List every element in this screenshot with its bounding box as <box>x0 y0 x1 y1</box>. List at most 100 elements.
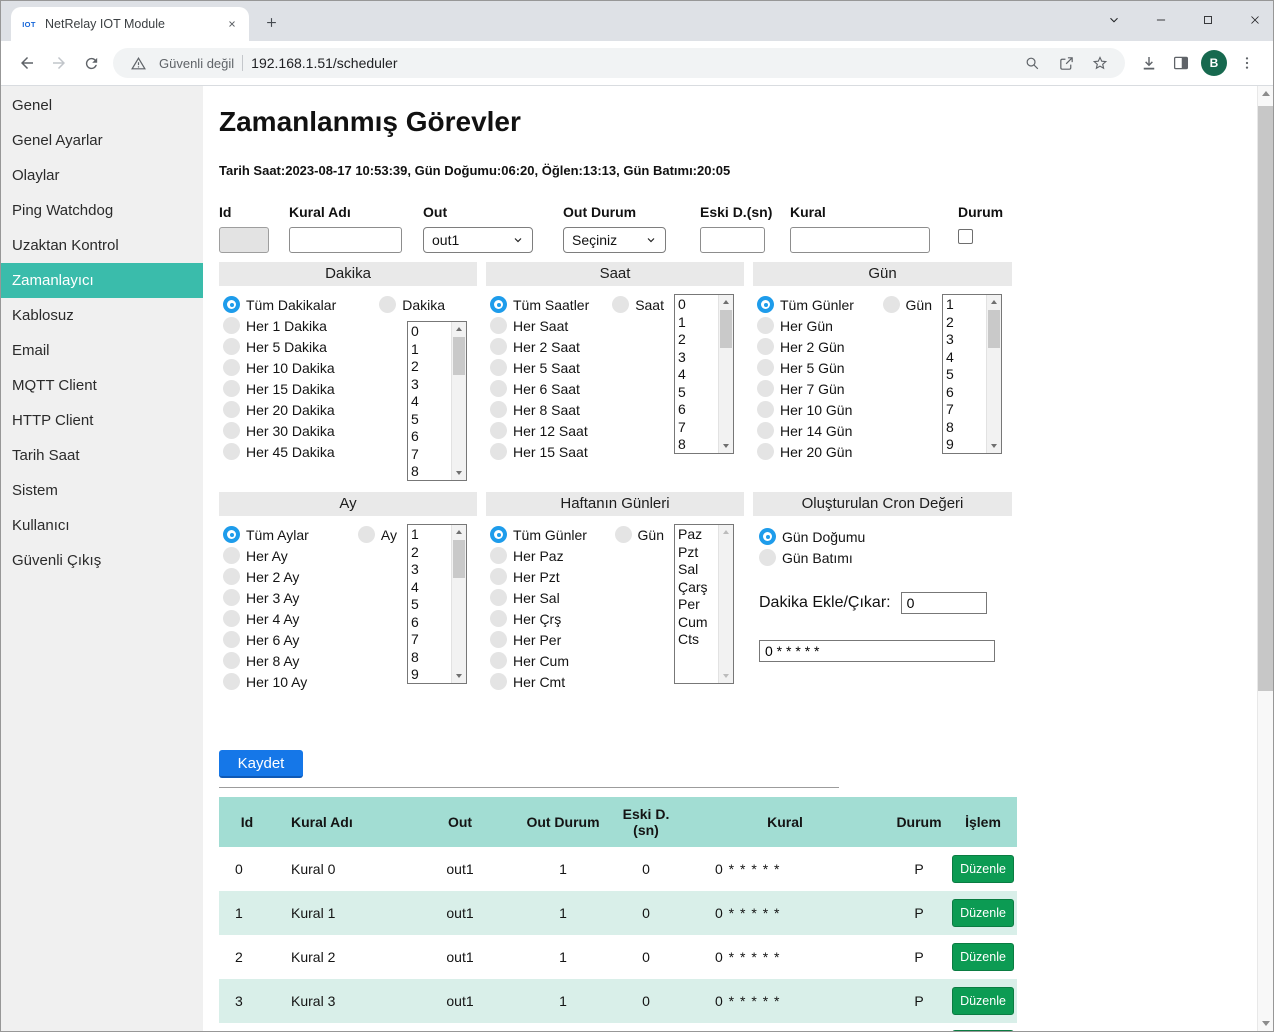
hour-option[interactable]: Her 12 Saat <box>490 420 612 441</box>
listbox-option[interactable]: 1 <box>946 296 986 314</box>
edit-button[interactable]: Düzenle <box>952 943 1014 971</box>
sidebar-item[interactable]: Kablosuz <box>1 298 203 333</box>
minute-offset-field[interactable] <box>901 592 987 614</box>
listbox-option[interactable]: 4 <box>946 349 986 367</box>
security-label[interactable]: Güvenli değil <box>159 56 234 71</box>
listbox-option[interactable]: 7 <box>946 401 986 419</box>
weekday-option[interactable]: Her Çrş <box>490 608 615 629</box>
listbox-scrollbar[interactable] <box>451 322 466 480</box>
tab-close-icon[interactable] <box>223 15 241 33</box>
listbox-scrollbar[interactable] <box>451 525 466 683</box>
day-option[interactable]: Her 14 Gün <box>757 420 883 441</box>
scroll-up-icon[interactable] <box>452 525 466 539</box>
listbox-option[interactable]: 2 <box>946 314 986 332</box>
minute-listbox[interactable]: 0123456789 <box>407 321 467 481</box>
sidebar-item[interactable]: Sistem <box>1 473 203 508</box>
month-list-option[interactable]: Ay <box>358 524 397 545</box>
listbox-option[interactable]: 5 <box>678 384 718 402</box>
listbox-option[interactable]: Per <box>678 596 718 614</box>
scroll-down-icon[interactable] <box>719 439 733 453</box>
listbox-option[interactable]: 2 <box>678 331 718 349</box>
month-option[interactable]: Her 2 Ay <box>223 566 358 587</box>
new-tab-button[interactable] <box>259 10 283 34</box>
day-option[interactable]: Tüm Günler <box>757 294 883 315</box>
sidebar-item[interactable]: Uzaktan Kontrol <box>1 228 203 263</box>
scroll-up-icon[interactable] <box>987 295 1001 309</box>
listbox-option[interactable]: 8 <box>411 463 451 480</box>
weekday-list-option[interactable]: Gün <box>615 524 664 545</box>
search-icon[interactable] <box>1019 50 1045 76</box>
sidebar-item[interactable]: Olaylar <box>1 158 203 193</box>
weekday-option[interactable]: Her Sal <box>490 587 615 608</box>
day-list-option[interactable]: Gün <box>883 294 932 315</box>
rule-name-field[interactable] <box>289 227 402 253</box>
back-icon[interactable] <box>11 47 43 79</box>
listbox-option[interactable]: 3 <box>411 561 451 579</box>
day-option[interactable]: Her 20 Gün <box>757 441 883 462</box>
edit-button[interactable]: Düzenle <box>952 987 1014 1015</box>
browser-tab[interactable]: IOT NetRelay IOT Module <box>11 7 249 41</box>
minute-option[interactable]: Her 1 Dakika <box>223 315 379 336</box>
sidebar-item[interactable]: Genel Ayarlar <box>1 123 203 158</box>
listbox-option[interactable]: 6 <box>678 401 718 419</box>
listbox-option[interactable]: 9 <box>411 666 451 683</box>
minute-option[interactable]: Tüm Dakikalar <box>223 294 379 315</box>
listbox-option[interactable]: Pzt <box>678 544 718 562</box>
scroll-up-icon[interactable] <box>719 525 733 539</box>
download-icon[interactable] <box>1133 47 1165 79</box>
listbox-scrollbar[interactable] <box>718 295 733 453</box>
day-option[interactable]: Her 7 Gün <box>757 378 883 399</box>
month-option[interactable]: Her 3 Ay <box>223 587 358 608</box>
hour-list-option[interactable]: Saat <box>612 294 664 315</box>
cron-value-field[interactable] <box>759 640 995 662</box>
url-text[interactable]: 192.168.1.51/scheduler <box>251 55 1011 71</box>
sidebar-item[interactable]: HTTP Client <box>1 403 203 438</box>
scroll-down-icon[interactable] <box>1258 1016 1273 1031</box>
listbox-option[interactable]: 7 <box>411 631 451 649</box>
hour-listbox[interactable]: 0123456789 <box>674 294 734 454</box>
sidebar-item[interactable]: Zamanlayıcı <box>1 263 203 298</box>
month-option[interactable]: Her Ay <box>223 545 358 566</box>
listbox-option[interactable]: Cum <box>678 614 718 632</box>
day-option[interactable]: Her 2 Gün <box>757 336 883 357</box>
scrollbar-thumb[interactable] <box>453 337 465 375</box>
old-delay-field[interactable] <box>700 227 765 253</box>
listbox-option[interactable]: 5 <box>411 411 451 429</box>
cron-option[interactable]: Gün Doğumu <box>759 526 1002 547</box>
minute-option[interactable]: Her 5 Dakika <box>223 336 379 357</box>
listbox-scrollbar[interactable] <box>718 525 733 683</box>
listbox-option[interactable]: 8 <box>678 436 718 453</box>
listbox-option[interactable]: 4 <box>411 393 451 411</box>
listbox-option[interactable]: 5 <box>946 366 986 384</box>
side-panel-icon[interactable] <box>1165 47 1197 79</box>
listbox-option[interactable]: 0 <box>678 296 718 314</box>
listbox-option[interactable]: 6 <box>411 614 451 632</box>
share-icon[interactable] <box>1053 50 1079 76</box>
listbox-option[interactable]: 7 <box>411 446 451 464</box>
sidebar-item[interactable]: Ping Watchdog <box>1 193 203 228</box>
day-listbox[interactable]: 12345678910 <box>942 294 1002 454</box>
weekday-option[interactable]: Her Paz <box>490 545 615 566</box>
sidebar-item[interactable]: Tarih Saat <box>1 438 203 473</box>
listbox-option[interactable]: Paz <box>678 526 718 544</box>
hour-option[interactable]: Her 6 Saat <box>490 378 612 399</box>
day-option[interactable]: Her Gün <box>757 315 883 336</box>
bookmark-star-icon[interactable] <box>1087 50 1113 76</box>
listbox-option[interactable]: Sal <box>678 561 718 579</box>
scroll-down-icon[interactable] <box>452 466 466 480</box>
day-option[interactable]: Her 5 Gün <box>757 357 883 378</box>
cron-option[interactable]: Gün Batımı <box>759 547 1002 568</box>
hour-option[interactable]: Her Saat <box>490 315 612 336</box>
weekday-option[interactable]: Her Cum <box>490 650 615 671</box>
listbox-option[interactable]: 2 <box>411 358 451 376</box>
listbox-option[interactable]: 4 <box>678 366 718 384</box>
weekday-option[interactable]: Tüm Günler <box>490 524 615 545</box>
month-option[interactable]: Her 10 Ay <box>223 671 358 692</box>
sidebar-item[interactable]: Güvenli Çıkış <box>1 543 203 578</box>
listbox-option[interactable]: 1 <box>411 526 451 544</box>
edit-button[interactable] <box>952 1030 1014 1031</box>
listbox-option[interactable]: 4 <box>411 579 451 597</box>
listbox-option[interactable]: 1 <box>678 314 718 332</box>
window-maximize-button[interactable] <box>1200 12 1216 28</box>
weekday-option[interactable]: Her Cmt <box>490 671 615 692</box>
